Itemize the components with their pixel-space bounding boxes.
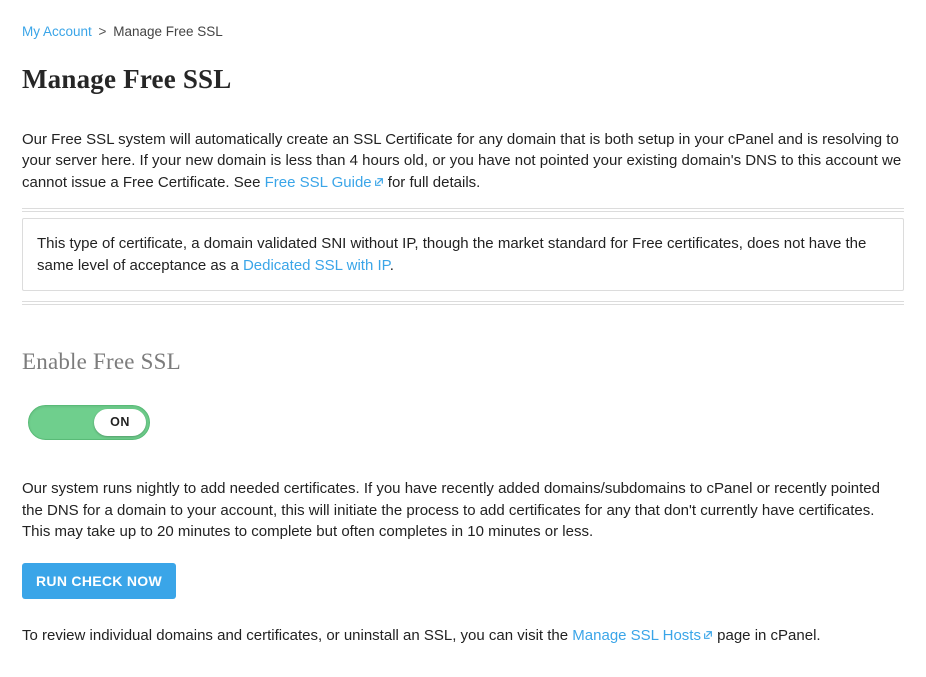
enable-ssl-toggle[interactable]: ON (28, 405, 150, 440)
notice-box: This type of certificate, a domain valid… (22, 218, 904, 292)
notice-text-after: . (390, 257, 394, 274)
enable-ssl-title: Enable Free SSL (22, 345, 904, 378)
footer-text: To review individual domains and certifi… (22, 625, 904, 647)
manage-ssl-hosts-link[interactable]: Manage SSL Hosts (572, 627, 717, 644)
breadcrumb-current: Manage Free SSL (113, 24, 223, 39)
intro-text: Our Free SSL system will automatically c… (22, 129, 904, 194)
free-ssl-guide-link[interactable]: Free SSL Guide (265, 174, 388, 191)
toggle-knob: ON (94, 409, 146, 436)
dedicated-ssl-link[interactable]: Dedicated SSL with IP (243, 257, 390, 274)
page-title: Manage Free SSL (22, 60, 904, 99)
toggle-state-label: ON (110, 413, 130, 431)
run-check-now-button[interactable]: RUN CHECK NOW (22, 563, 176, 599)
breadcrumb-root-link[interactable]: My Account (22, 24, 92, 39)
run-check-description: Our system runs nightly to add needed ce… (22, 478, 904, 543)
breadcrumb-separator: > (99, 24, 107, 39)
external-link-icon (374, 177, 384, 187)
external-link-icon (703, 630, 713, 640)
footer-text-before: To review individual domains and certifi… (22, 627, 572, 644)
footer-text-after: page in cPanel. (717, 627, 820, 644)
manage-ssl-hosts-link-label: Manage SSL Hosts (572, 627, 701, 644)
intro-text-after: for full details. (388, 174, 481, 191)
notice-text-before: This type of certificate, a domain valid… (37, 235, 866, 274)
free-ssl-guide-link-label: Free SSL Guide (265, 174, 372, 191)
breadcrumb: My Account > Manage Free SSL (22, 22, 904, 42)
divider (22, 208, 904, 212)
